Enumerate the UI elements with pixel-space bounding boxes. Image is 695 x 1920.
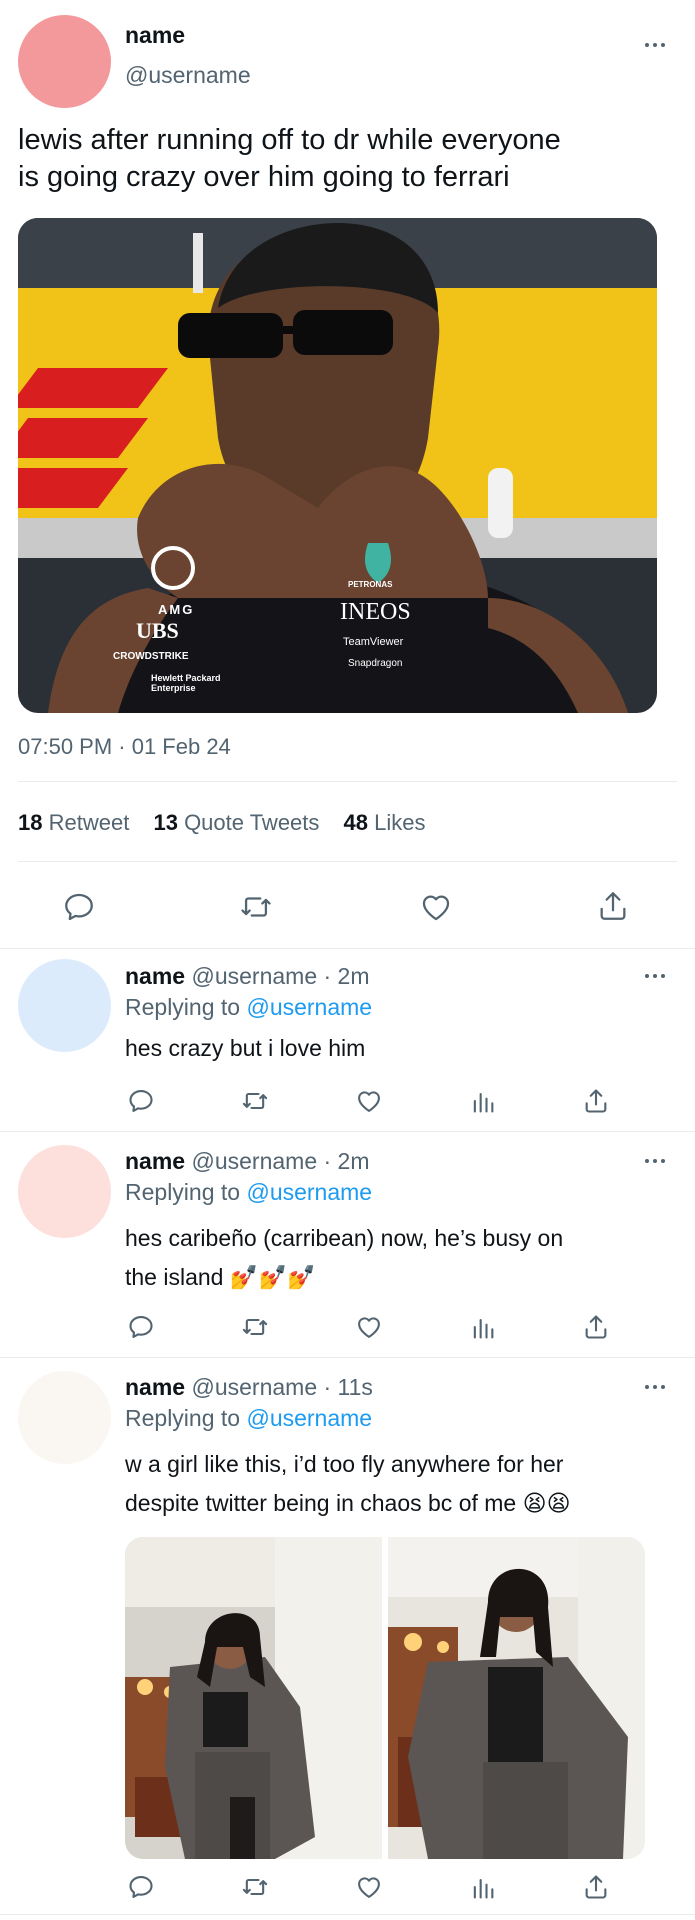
replying-to: Replying to @username — [125, 1179, 372, 1206]
quote-count: 13 — [153, 810, 178, 835]
weary-face-emoji: 😫😫 — [522, 1490, 571, 1516]
reply-icon[interactable] — [127, 1087, 155, 1115]
reply-text-segment: despite twitter being in chaos bc of me — [125, 1490, 517, 1516]
sponsor-hp-line: Hewlett Packard — [151, 673, 221, 683]
share-icon[interactable] — [582, 1086, 610, 1116]
more-icon[interactable] — [645, 1157, 669, 1165]
divider — [0, 1914, 695, 1915]
views-icon[interactable] — [469, 1313, 497, 1341]
reply-header: name @username · 11s — [125, 1374, 373, 1401]
views-icon[interactable] — [469, 1087, 497, 1115]
divider — [18, 861, 677, 862]
replying-to-link[interactable]: @username — [246, 1179, 372, 1205]
reply-author-name[interactable]: name — [125, 1148, 185, 1174]
reply-header: name @username · 2m — [125, 1148, 370, 1175]
divider — [0, 1357, 695, 1358]
author-avatar[interactable] — [18, 15, 111, 108]
reply-author-name[interactable]: name — [125, 963, 185, 989]
reply-icon[interactable] — [127, 1873, 155, 1901]
reply-handle-time[interactable]: @username · 2m — [191, 1148, 369, 1174]
sponsor-hp-line: Enterprise — [151, 683, 196, 693]
reply-text-line: despite twitter being in chaos bc of me … — [125, 1484, 571, 1523]
retweet-count: 18 — [18, 810, 43, 835]
retweet-icon[interactable] — [238, 890, 274, 924]
like-icon[interactable] — [354, 1313, 384, 1341]
tweet-text-line: is going crazy over him going to ferrari — [18, 161, 510, 193]
reply-text-segment: the island — [125, 1264, 224, 1290]
reply-photo[interactable] — [388, 1537, 645, 1859]
likes-label: Likes — [374, 810, 426, 835]
reply-header: name @username · 2m — [125, 963, 370, 990]
reply-text-line: the island 💅💅💅 — [125, 1258, 563, 1297]
sponsor-ineos: INEOS — [340, 599, 411, 625]
reply-handle-time[interactable]: @username · 2m — [191, 963, 369, 989]
nail-polish-emoji: 💅💅💅 — [229, 1264, 316, 1290]
reply-icon[interactable] — [127, 1313, 155, 1341]
retweet-icon[interactable] — [240, 1313, 270, 1341]
likes-count: 48 — [343, 810, 369, 835]
divider — [0, 948, 695, 949]
replying-prefix: Replying to — [125, 1179, 241, 1205]
quote-stat[interactable]: 13 Quote Tweets — [153, 810, 325, 835]
replying-to-link[interactable]: @username — [246, 1405, 372, 1431]
share-icon[interactable] — [596, 888, 630, 924]
like-icon[interactable] — [418, 890, 454, 924]
sponsor-crowdstrike: CROWDSTRIKE — [113, 651, 189, 662]
reply-text-line: hes caribeño (carribean) now, he’s busy … — [125, 1225, 564, 1251]
reply-avatar[interactable] — [18, 959, 111, 1052]
likes-stat[interactable]: 48 Likes — [344, 810, 426, 835]
reply-handle-time[interactable]: @username · 11s — [191, 1374, 372, 1400]
sponsor-petronas: PETRONAS — [348, 580, 393, 589]
replying-to-link[interactable]: @username — [246, 994, 372, 1020]
replying-prefix: Replying to — [125, 1405, 241, 1431]
sponsor-hp: Hewlett Packard Enterprise — [151, 673, 221, 693]
tweet-timestamp[interactable]: 07:50 PM · 01 Feb 24 — [18, 734, 231, 760]
like-icon[interactable] — [354, 1087, 384, 1115]
reply-text: hes caribeño (carribean) now, he’s busy … — [125, 1219, 563, 1297]
reply-text-line: w a girl like this, i’d too fly anywhere… — [125, 1451, 564, 1477]
more-icon[interactable] — [645, 1383, 669, 1391]
sponsor-snapdragon: Snapdragon — [348, 658, 403, 669]
author-name[interactable]: name — [125, 22, 185, 49]
sponsor-teamviewer: TeamViewer — [343, 636, 404, 648]
share-icon[interactable] — [582, 1312, 610, 1342]
quote-label: Quote Tweets — [184, 810, 320, 835]
more-icon[interactable] — [645, 41, 669, 49]
retweet-stat[interactable]: 18 Retweet — [18, 810, 135, 835]
share-icon[interactable] — [582, 1872, 610, 1902]
divider — [18, 781, 677, 782]
tweet-stats: 18 Retweet 13 Quote Tweets 48 Likes — [18, 810, 426, 836]
reply-icon[interactable] — [62, 890, 96, 924]
reply-avatar[interactable] — [18, 1145, 111, 1238]
tweet-text-line: lewis after running off to dr while ever… — [18, 124, 561, 156]
replying-prefix: Replying to — [125, 994, 241, 1020]
replying-to: Replying to @username — [125, 1405, 372, 1432]
sponsor-ubs: UBS — [136, 618, 179, 643]
reply-text: w a girl like this, i’d too fly anywhere… — [125, 1445, 571, 1523]
like-icon[interactable] — [354, 1873, 384, 1901]
reply-avatar[interactable] — [18, 1371, 111, 1464]
retweet-icon[interactable] — [240, 1087, 270, 1115]
author-handle[interactable]: @username — [125, 62, 251, 89]
tweet-photo[interactable]: AMG UBS CROWDSTRIKE Hewlett Packard Ente… — [18, 218, 657, 713]
reply-text: hes crazy but i love him — [125, 1035, 366, 1061]
retweet-icon[interactable] — [240, 1873, 270, 1901]
more-icon[interactable] — [645, 972, 669, 980]
views-icon[interactable] — [469, 1873, 497, 1901]
retweet-label: Retweet — [48, 810, 130, 835]
replying-to: Replying to @username — [125, 994, 372, 1021]
divider — [0, 1131, 695, 1132]
tweet-text: lewis after running off to dr while ever… — [18, 122, 561, 196]
reply-author-name[interactable]: name — [125, 1374, 185, 1400]
reply-photo[interactable] — [125, 1537, 382, 1859]
sponsor-amg: AMG — [158, 602, 195, 617]
